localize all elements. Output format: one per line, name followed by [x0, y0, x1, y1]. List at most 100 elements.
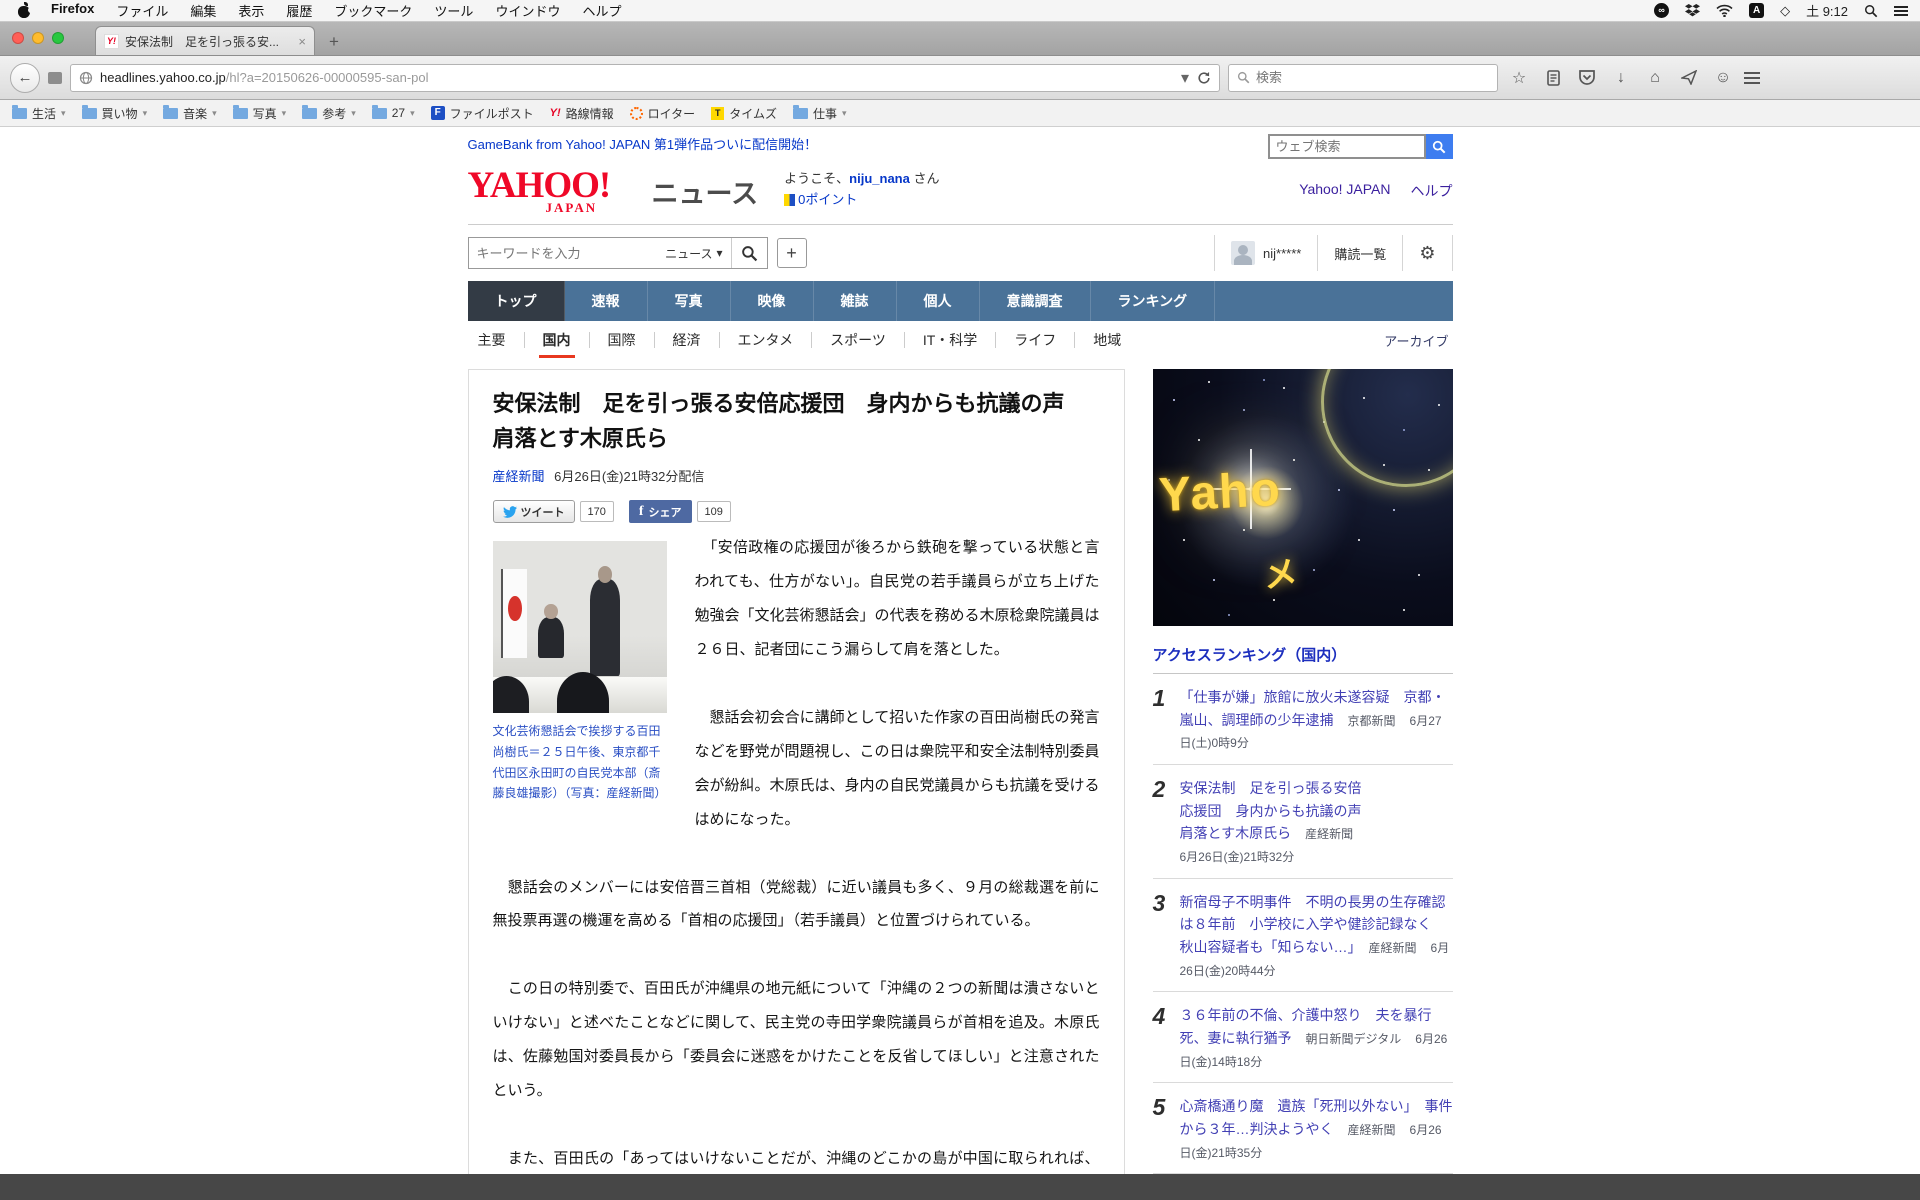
tweet-button[interactable]: ツイート	[493, 500, 575, 523]
article-source-link[interactable]: 産経新聞	[493, 469, 545, 484]
bookmark-transit[interactable]: Y!路線情報	[550, 105, 614, 122]
cat-major[interactable]: 主要	[468, 332, 524, 348]
window-close-button[interactable]	[12, 32, 24, 44]
cat-region[interactable]: 地域	[1074, 332, 1139, 348]
rank-number: 4	[1153, 1004, 1180, 1072]
menu-tools[interactable]: ツール	[434, 1, 473, 20]
archive-link[interactable]: アーカイブ	[1384, 331, 1452, 350]
menubar-clock[interactable]: 土 9:12	[1806, 1, 1848, 20]
window-zoom-button[interactable]	[52, 32, 64, 44]
tab-groups-icon[interactable]	[48, 72, 62, 84]
menu-file[interactable]: ファイル	[116, 1, 168, 20]
site-identity-globe-icon[interactable]	[79, 71, 93, 85]
menu-bookmarks[interactable]: ブックマーク	[334, 1, 412, 20]
tab-top[interactable]: トップ	[468, 281, 565, 321]
folder-icon	[12, 108, 27, 119]
notification-center-icon[interactable]	[1894, 4, 1908, 18]
window-minimize-button[interactable]	[32, 32, 44, 44]
bookmark-folder-27[interactable]: 27▾	[372, 106, 415, 120]
tab-ranking[interactable]: ランキング	[1091, 281, 1216, 321]
menu-view[interactable]: 表示	[238, 1, 264, 20]
tab-personal[interactable]: 個人	[897, 281, 980, 321]
url-dropdown-icon[interactable]: ▾	[1181, 68, 1189, 88]
tab-photo[interactable]: 写真	[648, 281, 731, 321]
cat-it-science[interactable]: IT・科学	[904, 332, 995, 348]
tab-flash[interactable]: 速報	[565, 281, 648, 321]
menu-edit[interactable]: 編集	[190, 1, 216, 20]
back-button[interactable]: ←	[10, 63, 40, 93]
bookmark-folder-photo[interactable]: 写真▾	[233, 105, 287, 122]
bookmark-star-icon[interactable]: ☆	[1506, 68, 1532, 88]
input-source-icon[interactable]: A	[1749, 3, 1764, 18]
gamebank-banner-link[interactable]: GameBank from Yahoo! JAPAN 第1弾作品ついに配信開始！	[468, 134, 818, 153]
cat-economy[interactable]: 経済	[654, 332, 719, 348]
yahoo-japan-logo[interactable]: YAHOO! JAPAN	[468, 167, 646, 216]
apple-menu-icon[interactable]	[18, 3, 31, 18]
bookmark-reuters[interactable]: ロイター	[630, 105, 696, 122]
share-send-icon[interactable]	[1676, 70, 1702, 85]
news-search-button[interactable]	[731, 238, 767, 268]
cat-sports[interactable]: スポーツ	[811, 332, 904, 348]
bookmark-folder-reference[interactable]: 参考▾	[302, 105, 356, 122]
news-search-box[interactable]: ニュース▾	[468, 237, 768, 269]
search-input[interactable]	[1256, 70, 1489, 85]
rank-number: 5	[1153, 1095, 1180, 1163]
add-search-tab-button[interactable]: +	[777, 238, 807, 268]
bookmark-folder-work[interactable]: 仕事▾	[793, 105, 847, 122]
account-cell[interactable]: nij*****	[1214, 235, 1317, 271]
tab-poll[interactable]: 意識調査	[980, 281, 1091, 321]
wifi-icon[interactable]	[1716, 4, 1733, 17]
web-search-input[interactable]	[1268, 134, 1426, 159]
facebook-share-button[interactable]: f シェア	[629, 500, 692, 523]
dropbox-icon[interactable]	[1685, 3, 1700, 18]
ranking-thumbnail[interactable]	[1379, 777, 1453, 833]
downloads-icon[interactable]: ↓	[1608, 69, 1634, 87]
news-search-input[interactable]	[469, 246, 666, 261]
menu-window[interactable]: ウインドウ	[495, 1, 560, 20]
pocket-icon[interactable]	[1574, 70, 1600, 85]
logo-japan-text: JAPAN	[546, 200, 646, 216]
web-search-button[interactable]	[1426, 134, 1453, 159]
tab-title: 安保法制 足を引っ張る安...	[125, 33, 292, 50]
spotlight-search-icon[interactable]	[1864, 4, 1878, 18]
cat-world[interactable]: 国際	[589, 332, 654, 348]
hello-smiley-icon[interactable]: ☺	[1710, 69, 1736, 87]
display-ad[interactable]: Yaho メ	[1153, 369, 1453, 626]
subscriptions-link[interactable]: 購読一覧	[1317, 235, 1402, 271]
bookmark-filepost[interactable]: Fファイルポスト	[431, 105, 534, 122]
new-tab-button[interactable]: +	[319, 32, 349, 52]
bookmark-folder-shopping[interactable]: 買い物▾	[82, 105, 148, 122]
tab-video[interactable]: 映像	[731, 281, 814, 321]
home-icon[interactable]: ⌂	[1642, 69, 1668, 87]
web-search	[1268, 134, 1453, 159]
cat-entertainment[interactable]: エンタメ	[719, 332, 812, 348]
browser-tab[interactable]: Y! 安保法制 足を引っ張る安... ×	[95, 26, 315, 55]
username-link[interactable]: niju_nana	[849, 171, 910, 186]
article-photo[interactable]	[493, 541, 667, 713]
menu-firefox[interactable]: Firefox	[51, 1, 94, 20]
browser-search-box[interactable]	[1228, 64, 1498, 92]
bookmark-folder-life[interactable]: 生活▾	[12, 105, 66, 122]
points-link[interactable]: 0ポイント	[798, 192, 857, 207]
bookmark-times[interactable]: Tタイムズ	[711, 105, 777, 122]
creative-cloud-icon[interactable]: ∞	[1654, 3, 1669, 18]
alfred-diamond-icon[interactable]: ◇	[1780, 3, 1790, 19]
menu-help[interactable]: ヘルプ	[582, 1, 621, 20]
settings-gear-icon[interactable]: ⚙	[1402, 235, 1451, 271]
cat-life[interactable]: ライフ	[995, 332, 1074, 348]
help-link[interactable]: ヘルプ	[1411, 181, 1453, 201]
bookmark-folder-music[interactable]: 音楽▾	[163, 105, 217, 122]
cat-domestic[interactable]: 国内	[524, 332, 589, 348]
yahoo-japan-link[interactable]: Yahoo! JAPAN	[1299, 181, 1390, 201]
menu-hamburger-icon[interactable]	[1744, 69, 1770, 87]
url-text[interactable]: headlines.yahoo.co.jp/hl?a=20150626-0000…	[100, 70, 1174, 85]
reload-icon[interactable]	[1197, 71, 1211, 85]
tab-magazine[interactable]: 雑誌	[814, 281, 897, 321]
url-bar[interactable]: headlines.yahoo.co.jp/hl?a=20150626-0000…	[70, 64, 1220, 92]
menu-history[interactable]: 履歴	[286, 1, 312, 20]
photo-caption-link[interactable]: 文化芸術懇話会で挨拶する百田尚樹氏＝２５日午後、東京都千代田区永田町の自民党本部…	[493, 724, 667, 800]
search-scope-selector[interactable]: ニュース▾	[665, 245, 730, 262]
tab-close-icon[interactable]: ×	[298, 34, 306, 49]
reading-list-icon[interactable]	[1540, 70, 1566, 86]
ranking-link[interactable]: 「仕事が嫌」旅館に放火未遂容疑 京都・嵐山、調理師の少年逮捕	[1180, 689, 1446, 728]
